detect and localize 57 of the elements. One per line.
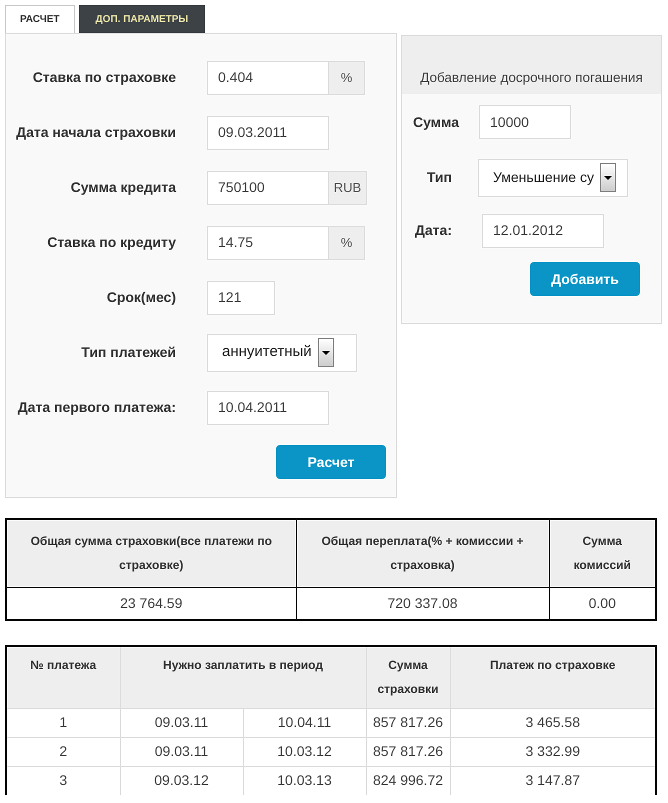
input-field[interactable]: 14.75 — [207, 226, 329, 260]
table-cell: 824 996.72 — [366, 766, 450, 795]
input-field[interactable]: 0.404 — [207, 60, 329, 94]
select-value: аннуитетный — [222, 342, 312, 362]
field-label: Дата первого платежа: — [16, 398, 176, 417]
table-cell: 1 — [6, 708, 120, 737]
table-cell: 3 465.58 — [450, 708, 656, 737]
table-cell: 10.03.12 — [243, 737, 366, 766]
caret-icon — [322, 350, 330, 354]
input-addon: % — [329, 226, 365, 260]
field-label: Тип — [426, 168, 452, 187]
table-cell: 0.00 — [549, 587, 656, 620]
input-field[interactable]: 12.01.2012 — [482, 214, 604, 248]
table-cell: 3 147.87 — [450, 766, 656, 795]
table-cell: 23 764.59 — [6, 587, 296, 620]
column-header: Сумма комиссий — [549, 519, 656, 587]
table-cell: 10.03.13 — [243, 766, 366, 795]
dropdown-button[interactable] — [318, 338, 334, 367]
field-label: Ставка по страховке — [32, 68, 176, 87]
input-field[interactable]: 10.04.2011 — [207, 390, 329, 424]
input-field[interactable]: 09.03.2011 — [207, 116, 329, 150]
table-cell: 09.03.11 — [120, 737, 243, 766]
table-cell: 857 817.26 — [366, 737, 450, 766]
select-field[interactable]: Уменьшение су — [478, 158, 628, 196]
column-header: Нужно заплатить в период — [120, 646, 366, 708]
table-cell: 10.04.11 — [243, 708, 366, 737]
input-addon: % — [329, 60, 365, 94]
table-cell: 09.03.12 — [120, 766, 243, 795]
column-header: № платежа — [6, 646, 120, 708]
field-label: Срок(мес) — [106, 288, 176, 307]
panel-title: Добавление досрочного погашения — [402, 36, 661, 94]
field-label: Сумма кредита — [70, 178, 176, 197]
column-header: Платеж по страховке — [450, 646, 656, 708]
tab[interactable]: ДОП. ПАРАМЕТРЫ — [78, 5, 206, 33]
select-value: Уменьшение су — [493, 168, 594, 187]
caret-icon — [604, 176, 612, 180]
column-header: Общая сумма страховки(все платежи по страховке) — [6, 519, 296, 587]
dropdown-button[interactable] — [600, 163, 616, 192]
table-cell: 2 — [6, 737, 120, 766]
select-field[interactable]: аннуитетный — [207, 334, 357, 372]
table-cell: 3 332.99 — [450, 737, 656, 766]
table-cell: 720 337.08 — [296, 587, 549, 620]
input-field[interactable]: 121 — [207, 280, 275, 314]
input-field[interactable]: 10000 — [479, 105, 571, 139]
tab[interactable]: РАСЧЕТ — [5, 5, 75, 33]
table-cell: 857 817.26 — [366, 708, 450, 737]
field-label: Сумма — [412, 112, 459, 132]
column-header: Сумма страховки — [366, 646, 450, 708]
field-label: Дата начала страховки — [15, 123, 176, 142]
field-label: Ставка по кредиту — [46, 233, 176, 252]
input-addon: RUB — [329, 170, 367, 204]
field-label: Дата: — [414, 221, 452, 240]
table-cell: 3 — [6, 766, 120, 795]
input-field[interactable]: 750100 — [207, 170, 329, 204]
field-label: Тип платежей — [80, 343, 176, 362]
table-cell: 09.03.11 — [120, 708, 243, 737]
column-header: Общая переплата(% + комиссии + страховка) — [296, 519, 549, 587]
